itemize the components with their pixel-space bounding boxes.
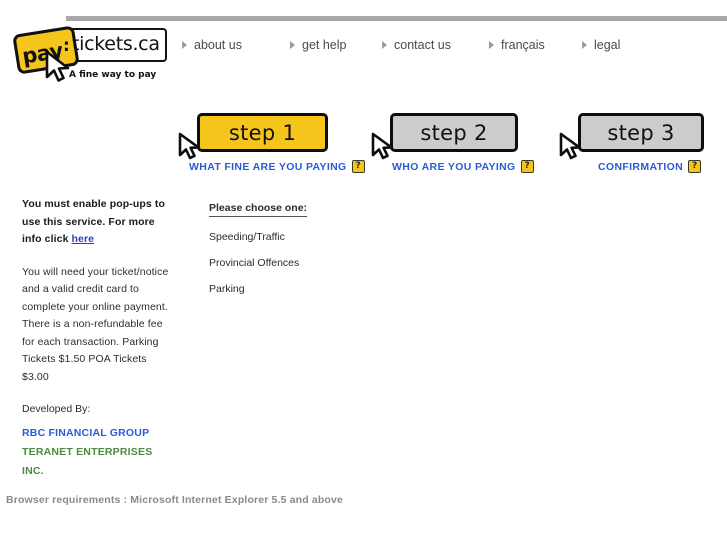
choose-one-heading: Please choose one: bbox=[209, 202, 308, 217]
nav-item-label: contact us bbox=[394, 38, 451, 52]
nav-item-about-us[interactable]: about us bbox=[182, 38, 242, 52]
triangle-right-icon bbox=[382, 41, 387, 49]
nav-item-label: about us bbox=[194, 38, 242, 52]
step-1-title: step 1 bbox=[228, 120, 297, 145]
step-1-caption: WHAT FINE ARE YOU PAYING ? bbox=[189, 160, 365, 173]
triangle-right-icon bbox=[290, 41, 295, 49]
choice-panel: Please choose one: Speeding/Traffic Prov… bbox=[209, 198, 308, 309]
step-2-button[interactable]: step 2 bbox=[371, 113, 518, 160]
step-1: step 1 bbox=[178, 113, 328, 160]
browser-requirements-footer: Browser requirements : Microsoft Interne… bbox=[6, 494, 343, 506]
header-divider-rule bbox=[66, 16, 727, 21]
nav-item-label: get help bbox=[302, 38, 347, 52]
popup-help-link[interactable]: here bbox=[72, 233, 95, 245]
choice-parking[interactable]: Parking bbox=[209, 283, 307, 295]
step-3-caption: CONFIRMATION ? bbox=[598, 160, 702, 173]
triangle-right-icon bbox=[489, 41, 494, 49]
nav-item-label: legal bbox=[594, 38, 621, 52]
step-1-caption-text[interactable]: WHAT FINE ARE YOU PAYING bbox=[189, 161, 347, 173]
developed-by-label: Developed By: bbox=[22, 403, 91, 415]
step-1-button[interactable]: step 1 bbox=[178, 113, 328, 160]
nav-item-contact-us[interactable]: contact us bbox=[382, 38, 451, 52]
step-3-button[interactable]: step 3 bbox=[559, 113, 704, 160]
step-3: step 3 bbox=[559, 113, 704, 160]
logo-domain-text: tickets.ca bbox=[72, 33, 160, 55]
step-3-caption-text[interactable]: CONFIRMATION bbox=[598, 161, 683, 173]
site-logo[interactable]: pay : tickets.ca A fine way to pay bbox=[12, 25, 167, 86]
requirements-notice: You will need your ticket/notice and a v… bbox=[22, 265, 169, 383]
partner-teranet[interactable]: TERANET ENTERPRISES INC. bbox=[22, 443, 172, 481]
cursor-arrow-icon bbox=[559, 132, 589, 167]
triangle-right-icon bbox=[182, 41, 187, 49]
page-root: pay : tickets.ca A fine way to pay about… bbox=[0, 0, 727, 545]
step-3-title: step 3 bbox=[607, 120, 675, 145]
help-icon[interactable]: ? bbox=[520, 160, 534, 173]
nav-item-label: français bbox=[501, 38, 545, 52]
choice-provincial-offences[interactable]: Provincial Offences bbox=[209, 257, 307, 269]
logo-tagline: A fine way to pay bbox=[69, 70, 157, 80]
info-sidebar: You must enable pop-ups to use this serv… bbox=[22, 196, 172, 481]
nav-item-legal[interactable]: legal bbox=[582, 38, 620, 52]
popup-notice: You must enable pop-ups to use this serv… bbox=[22, 196, 172, 249]
choice-speeding-traffic[interactable]: Speeding/Traffic bbox=[209, 231, 307, 243]
nav-item-francais[interactable]: français bbox=[489, 38, 545, 52]
nav-item-get-help[interactable]: get help bbox=[290, 38, 346, 52]
step-2-caption-text[interactable]: WHO ARE YOU PAYING bbox=[392, 161, 516, 173]
step-2-title: step 2 bbox=[420, 120, 488, 145]
help-icon[interactable]: ? bbox=[688, 160, 702, 173]
help-icon[interactable]: ? bbox=[351, 160, 365, 173]
partner-rbc[interactable]: RBC FINANCIAL GROUP bbox=[22, 424, 172, 443]
step-2: step 2 bbox=[371, 113, 518, 160]
triangle-right-icon bbox=[582, 41, 587, 49]
step-2-caption: WHO ARE YOU PAYING ? bbox=[392, 160, 534, 173]
